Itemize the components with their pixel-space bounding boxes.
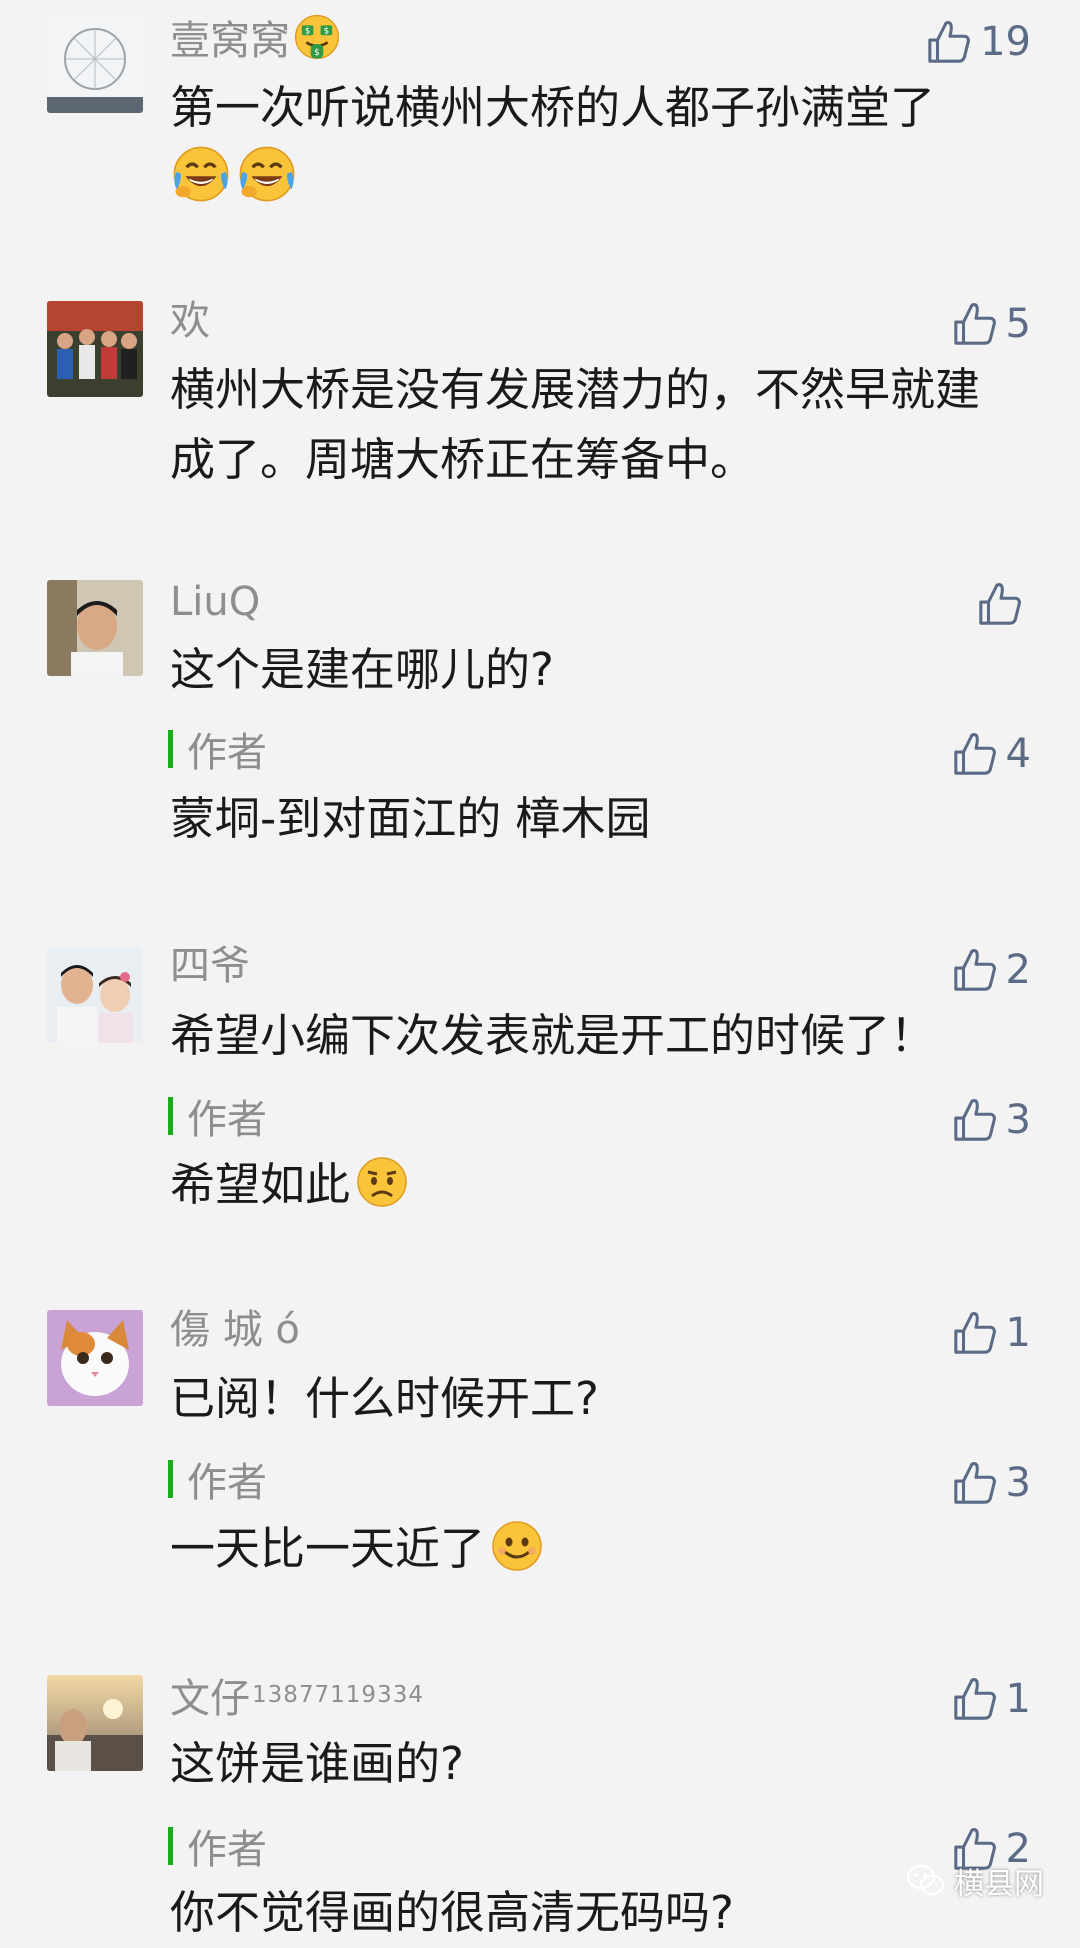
author-label: 作者 xyxy=(187,1460,267,1506)
avatar[interactable] xyxy=(47,947,143,1043)
thumbs-up-icon xyxy=(952,947,998,993)
like-count: 5 xyxy=(1005,301,1031,347)
avatar[interactable] xyxy=(47,17,143,113)
avatar[interactable] xyxy=(47,1675,143,1771)
comment-nickname: 四爷 xyxy=(170,943,250,989)
nickname-text: 壹窝窝 xyxy=(170,18,290,64)
thumbs-up-icon xyxy=(952,1676,998,1722)
avatar[interactable] xyxy=(47,301,143,397)
comment-nickname: LiuQ xyxy=(170,579,261,625)
author-label: 作者 xyxy=(187,1097,267,1143)
comment-text-content: 第一次听说横州大桥的人都子孙满堂了 xyxy=(170,81,936,134)
author-label: 作者 xyxy=(187,1827,267,1873)
frowning-face-icon xyxy=(354,1154,410,1210)
reply-text-content: 一天比一天近了 xyxy=(170,1522,486,1575)
comment-nickname: 傷 城 ó xyxy=(170,1307,300,1353)
thumbs-up-icon xyxy=(952,1310,998,1356)
like-button[interactable]: 1 xyxy=(952,1673,1031,1725)
comment-text: 这饼是谁画的? xyxy=(170,1737,464,1790)
thumbs-up-icon xyxy=(926,19,972,65)
comment-nickname: 文仔13877119334 xyxy=(170,1669,424,1725)
laughing-crying-icon xyxy=(170,143,232,205)
like-button[interactable]: 2 xyxy=(952,944,1031,996)
nickname-text: 文仔 xyxy=(170,1676,250,1722)
reply-text-content: 希望如此 xyxy=(170,1158,351,1211)
thumbs-up-icon xyxy=(952,1097,998,1143)
comment-text: 横州大桥是没有发展潜力的，不然早就建成了。周塘大桥正在筹备中。 xyxy=(170,363,981,486)
author-reply-header: 作者 xyxy=(168,1453,267,1506)
avatar[interactable] xyxy=(47,1310,143,1406)
comment-text: 这个是建在哪儿的? xyxy=(170,643,554,696)
like-button[interactable]: 4 xyxy=(952,728,1031,780)
wechat-icon xyxy=(906,1864,945,1896)
like-button[interactable]: 19 xyxy=(926,16,1031,68)
author-reply-header: 作者 xyxy=(168,723,267,776)
author-bar xyxy=(168,1827,173,1865)
like-count: 4 xyxy=(1005,731,1031,777)
author-label: 作者 xyxy=(187,730,267,776)
author-bar xyxy=(168,1097,173,1135)
smiling-face-icon xyxy=(489,1518,545,1574)
like-button[interactable]: 1 xyxy=(952,1307,1031,1359)
like-button[interactable]: 5 xyxy=(952,298,1031,350)
nickname-suffix: 13877119334 xyxy=(252,1682,424,1708)
money-mouth-icon xyxy=(292,12,342,62)
reply-text: 希望如此 xyxy=(170,1150,1020,1220)
like-count: 3 xyxy=(1005,1460,1031,1506)
thumbs-up-icon xyxy=(952,301,998,347)
like-button[interactable]: 3 xyxy=(952,1094,1031,1146)
thumbs-up-icon xyxy=(952,1460,998,1506)
thumbs-up-icon xyxy=(952,731,998,777)
comment-text: 第一次听说横州大桥的人都子孙满堂了 xyxy=(170,73,1020,215)
author-reply-header: 作者 xyxy=(168,1820,267,1873)
like-count: 2 xyxy=(1005,947,1031,993)
like-count: 1 xyxy=(1005,1676,1031,1722)
like-count: 1 xyxy=(1005,1310,1031,1356)
thumbs-up-icon xyxy=(977,581,1023,627)
comment-text: 希望小编下次发表就是开工的时候了！ xyxy=(170,1009,936,1062)
reply-text: 蒙垌-到对面江的 樟木园 xyxy=(170,792,651,845)
like-count: 19 xyxy=(980,19,1031,65)
watermark: 横县网 xyxy=(906,1859,1044,1903)
like-count: 3 xyxy=(1005,1097,1031,1143)
comment-text: 已阅！什么时候开工? xyxy=(170,1372,599,1425)
comment-nickname: 壹窝窝 xyxy=(170,12,342,67)
laughing-crying-icon xyxy=(236,143,298,205)
reply-text: 你不觉得画的很高清无码吗? xyxy=(170,1886,734,1939)
watermark-text: 横县网 xyxy=(954,1867,1044,1902)
comment-nickname: 欢 xyxy=(170,298,210,344)
reply-text: 一天比一天近了 xyxy=(170,1514,1020,1584)
like-button[interactable]: 3 xyxy=(952,1457,1031,1509)
like-button[interactable] xyxy=(977,578,1031,630)
author-bar xyxy=(168,730,173,768)
author-reply-header: 作者 xyxy=(168,1090,267,1143)
avatar[interactable] xyxy=(47,580,143,676)
author-bar xyxy=(168,1460,173,1498)
